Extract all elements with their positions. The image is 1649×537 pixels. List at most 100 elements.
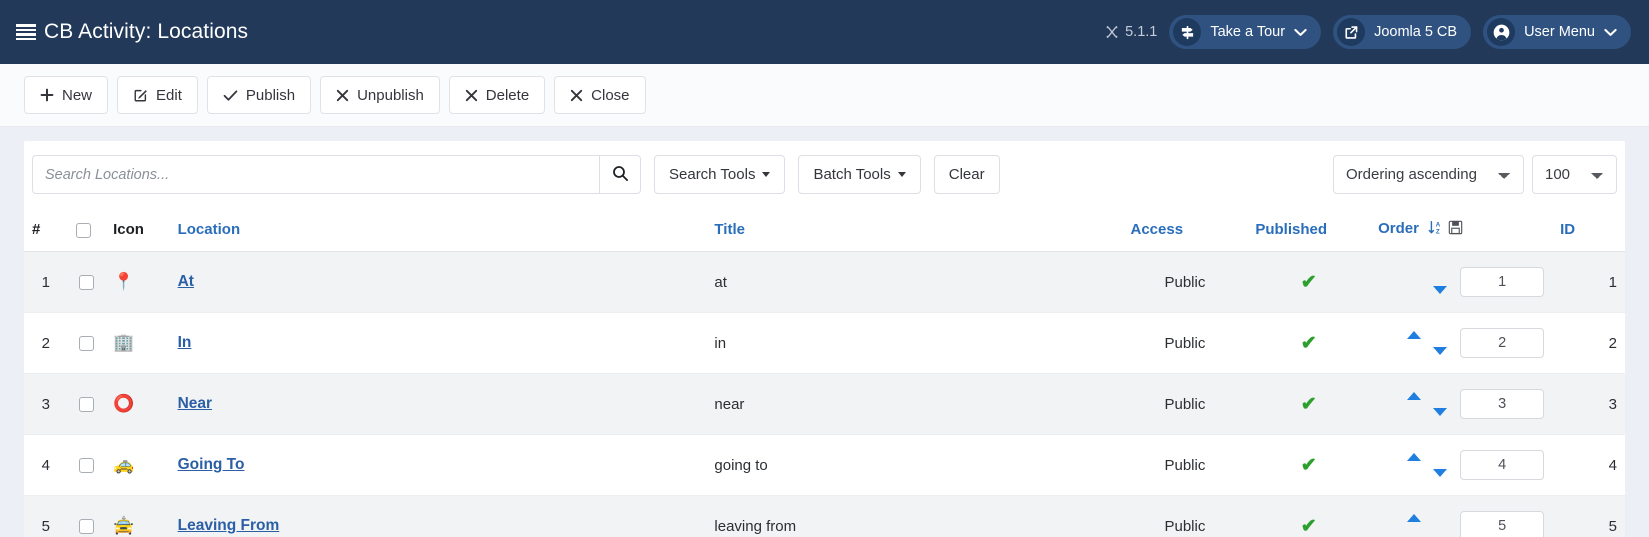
column-header-num: #	[24, 208, 68, 252]
order-up-arrow-icon	[1401, 263, 1427, 285]
order-up-arrow-icon[interactable]	[1401, 385, 1427, 407]
chevron-down-icon	[1294, 28, 1307, 37]
batch-tools-button[interactable]: Batch Tools	[798, 155, 921, 194]
admin-header: CB Activity: Locations 5.1.1 Take a Tour…	[0, 0, 1649, 64]
row-access-cell: Public	[1122, 373, 1248, 435]
row-access-cell: Public	[1122, 312, 1248, 374]
list-icon	[16, 24, 36, 40]
order-down-arrow-icon[interactable]	[1427, 401, 1453, 423]
row-access-cell: Public	[1122, 434, 1248, 496]
order-up-arrow-icon[interactable]	[1401, 507, 1427, 529]
row-checkbox[interactable]	[78, 275, 94, 291]
search-icon	[612, 165, 629, 185]
published-check-icon: ✔	[1300, 271, 1317, 293]
svg-text:Z: Z	[1436, 229, 1440, 235]
row-number: 3	[24, 373, 68, 435]
order-input[interactable]	[1460, 511, 1545, 537]
search-input[interactable]	[32, 155, 599, 194]
row-published-cell[interactable]: ✔	[1247, 495, 1371, 537]
row-id-cell: 2	[1552, 312, 1625, 374]
table-header-row: # Icon Location Title Access Published O…	[24, 208, 1625, 252]
caret-down-icon	[897, 172, 906, 177]
order-input[interactable]	[1460, 267, 1545, 297]
header-actions: 5.1.1 Take a Tour Joomla 5 CB User Menu	[1105, 15, 1631, 49]
order-down-arrow-icon[interactable]	[1427, 462, 1453, 484]
row-published-cell[interactable]: ✔	[1247, 312, 1371, 374]
row-order-cell	[1370, 251, 1553, 313]
row-title-cell: going to	[706, 434, 1123, 496]
take-a-tour-button[interactable]: Take a Tour	[1169, 15, 1322, 49]
unpublish-label: Unpublish	[357, 86, 424, 104]
column-header-order[interactable]: Order A Z	[1370, 208, 1553, 252]
order-up-arrow-icon[interactable]	[1401, 446, 1427, 468]
table-row: 4 🚕 Going To going to Public ✔ 4	[24, 434, 1625, 496]
ordering-select[interactable]: Ordering ascending	[1333, 155, 1524, 194]
location-link[interactable]: In	[178, 334, 192, 351]
select-all-checkbox[interactable]	[75, 222, 91, 238]
row-published-cell[interactable]: ✔	[1247, 373, 1371, 435]
table-row: 5 🚖 Leaving From leaving from Public ✔ 5…	[24, 495, 1625, 537]
publish-button[interactable]: Publish	[206, 76, 312, 114]
user-menu-button[interactable]: User Menu	[1483, 15, 1631, 49]
row-location-cell: At	[169, 251, 707, 313]
row-checkbox[interactable]	[78, 336, 94, 352]
row-access-cell: Public	[1122, 251, 1248, 313]
row-icon-cell: 🚕	[105, 434, 170, 496]
floppy-disk-icon[interactable]	[1448, 220, 1463, 239]
order-down-arrow-icon[interactable]	[1427, 340, 1453, 362]
sort-alpha-down-icon[interactable]: A Z	[1428, 220, 1444, 239]
column-header-published[interactable]: Published	[1247, 208, 1371, 252]
edit-button[interactable]: Edit	[117, 76, 198, 114]
column-header-access[interactable]: Access	[1122, 208, 1248, 252]
user-menu-label: User Menu	[1524, 24, 1595, 40]
column-header-location[interactable]: Location	[169, 208, 707, 252]
close-button[interactable]: Close	[554, 76, 646, 114]
batch-tools-label: Batch Tools	[813, 166, 891, 183]
order-input[interactable]	[1460, 450, 1545, 480]
clear-button[interactable]: Clear	[933, 155, 1000, 194]
column-header-id[interactable]: ID	[1552, 208, 1625, 252]
table-row: 1 📍 At at Public ✔ 1	[24, 251, 1625, 313]
location-link[interactable]: At	[178, 273, 194, 290]
location-link[interactable]: Going To	[178, 456, 245, 473]
row-number: 5	[24, 495, 68, 537]
published-check-icon: ✔	[1300, 393, 1317, 415]
row-id-cell: 4	[1552, 434, 1625, 496]
column-header-location-label: Location	[177, 221, 241, 238]
location-link[interactable]: Leaving From	[178, 517, 280, 534]
row-order-cell	[1370, 434, 1553, 496]
row-select-cell	[67, 495, 106, 537]
content-area: Search Tools Batch Tools Clear Ordering …	[0, 127, 1649, 537]
column-header-title[interactable]: Title	[706, 208, 1123, 252]
published-check-icon: ✔	[1300, 515, 1317, 537]
row-id-cell: 1	[1552, 251, 1625, 313]
search-submit-button[interactable]	[599, 155, 641, 194]
clear-label: Clear	[948, 166, 985, 183]
row-checkbox[interactable]	[78, 458, 94, 474]
table-header: # Icon Location Title Access Published O…	[24, 208, 1625, 252]
location-link[interactable]: Near	[178, 395, 212, 412]
order-down-arrow-icon[interactable]	[1427, 279, 1453, 301]
delete-button[interactable]: Delete	[448, 76, 546, 114]
order-up-arrow-icon[interactable]	[1401, 324, 1427, 346]
new-button[interactable]: New	[24, 76, 109, 114]
row-checkbox[interactable]	[78, 519, 94, 535]
row-published-cell[interactable]: ✔	[1247, 251, 1371, 313]
row-checkbox[interactable]	[78, 397, 94, 413]
row-location-cell: In	[169, 312, 707, 374]
limit-select[interactable]: 100	[1532, 155, 1617, 194]
column-header-id-label: ID	[1560, 221, 1576, 238]
order-input[interactable]	[1460, 328, 1545, 358]
search-tools-button[interactable]: Search Tools	[654, 155, 786, 194]
joomla-5-cb-button[interactable]: Joomla 5 CB	[1333, 15, 1472, 49]
edit-label: Edit	[156, 86, 182, 104]
column-header-title-label: Title	[714, 221, 745, 238]
unpublish-button[interactable]: Unpublish	[320, 76, 440, 114]
row-icon-cell: 🚖	[105, 495, 170, 537]
joomla-5-cb-label: Joomla 5 CB	[1374, 24, 1458, 40]
row-published-cell[interactable]: ✔	[1247, 434, 1371, 496]
row-number: 4	[24, 434, 68, 496]
column-header-access-label: Access	[1130, 221, 1184, 238]
order-input[interactable]	[1460, 389, 1545, 419]
locations-table: # Icon Location Title Access Published O…	[24, 208, 1625, 537]
